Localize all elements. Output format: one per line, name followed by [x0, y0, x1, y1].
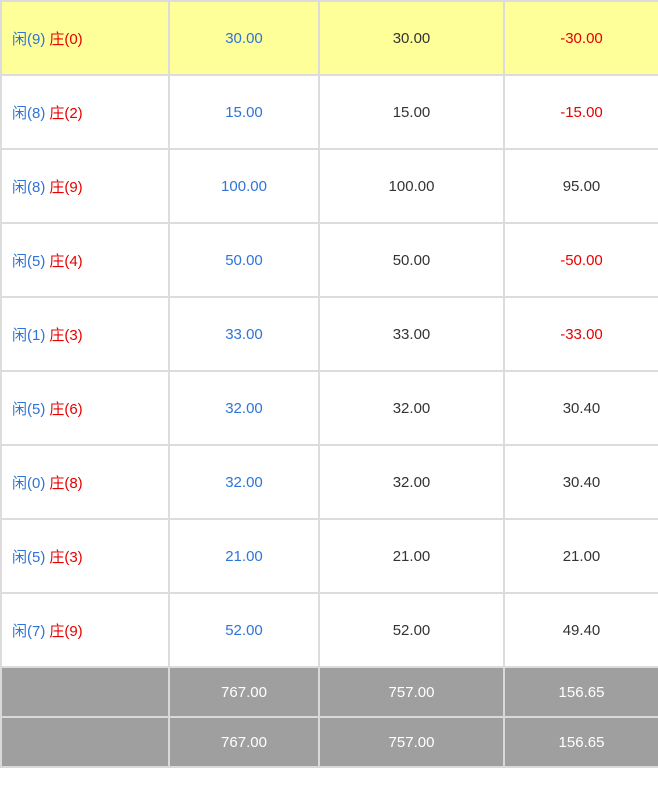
bet-records-table: 闲(9) 庄(0) 30.00 30.00 -30.00 闲(8) 庄(2) 15.00 15.…: [0, 0, 658, 768]
win-loss-amount: 30.40: [503, 370, 658, 446]
valid-bet-amount: 30.00: [318, 0, 505, 76]
bet-row[interactable]: 闲(0) 庄(8) 32.00 32.00 30.40: [0, 444, 658, 520]
player-score: 闲(1): [12, 326, 46, 344]
player-score: 闲(7): [12, 622, 46, 640]
total-row: 767.00 757.00 156.65: [0, 666, 658, 718]
bet-row[interactable]: 闲(9) 庄(0) 30.00 30.00 -30.00: [0, 0, 658, 76]
bet-row[interactable]: 闲(5) 庄(6) 32.00 32.00 30.40: [0, 370, 658, 446]
total-bet: 767.00: [168, 666, 320, 718]
bet-row[interactable]: 闲(8) 庄(2) 15.00 15.00 -15.00: [0, 74, 658, 150]
bet-amount: 30.00: [168, 0, 320, 76]
bet-records-body: 闲(9) 庄(0) 30.00 30.00 -30.00 闲(8) 庄(2) 15.00 15.…: [0, 0, 658, 768]
result-cell: 闲(0) 庄(8): [0, 444, 170, 520]
valid-bet-amount: 50.00: [318, 222, 505, 298]
banker-score: 庄(2): [49, 104, 83, 122]
banker-score: 庄(3): [49, 548, 83, 566]
total-label: [0, 716, 170, 768]
bet-amount: 52.00: [168, 592, 320, 668]
valid-bet-amount: 52.00: [318, 592, 505, 668]
banker-score: 庄(0): [49, 30, 83, 48]
win-loss-amount: 21.00: [503, 518, 658, 594]
result-cell: 闲(9) 庄(0): [0, 0, 170, 76]
bet-amount: 15.00: [168, 74, 320, 150]
player-score: 闲(8): [12, 104, 46, 122]
banker-score: 庄(4): [49, 252, 83, 270]
bet-amount: 32.00: [168, 370, 320, 446]
bet-row[interactable]: 闲(7) 庄(9) 52.00 52.00 49.40: [0, 592, 658, 668]
bet-row[interactable]: 闲(1) 庄(3) 33.00 33.00 -33.00: [0, 296, 658, 372]
total-win-loss: 156.65: [503, 716, 658, 768]
total-label: [0, 666, 170, 718]
win-loss-amount: -33.00: [503, 296, 658, 372]
bet-amount: 21.00: [168, 518, 320, 594]
result-cell: 闲(1) 庄(3): [0, 296, 170, 372]
banker-score: 庄(8): [49, 474, 83, 492]
bet-amount: 33.00: [168, 296, 320, 372]
player-score: 闲(5): [12, 400, 46, 418]
bet-row[interactable]: 闲(5) 庄(3) 21.00 21.00 21.00: [0, 518, 658, 594]
valid-bet-amount: 33.00: [318, 296, 505, 372]
player-score: 闲(9): [12, 30, 46, 48]
valid-bet-amount: 32.00: [318, 370, 505, 446]
total-valid: 757.00: [318, 716, 505, 768]
result-cell: 闲(5) 庄(3): [0, 518, 170, 594]
valid-bet-amount: 15.00: [318, 74, 505, 150]
bet-row[interactable]: 闲(8) 庄(9) 100.00 100.00 95.00: [0, 148, 658, 224]
win-loss-amount: -50.00: [503, 222, 658, 298]
bet-amount: 100.00: [168, 148, 320, 224]
total-win-loss: 156.65: [503, 666, 658, 718]
bet-amount: 32.00: [168, 444, 320, 520]
win-loss-amount: 95.00: [503, 148, 658, 224]
valid-bet-amount: 21.00: [318, 518, 505, 594]
player-score: 闲(0): [12, 474, 46, 492]
win-loss-amount: -30.00: [503, 0, 658, 76]
total-valid: 757.00: [318, 666, 505, 718]
result-cell: 闲(7) 庄(9): [0, 592, 170, 668]
result-cell: 闲(5) 庄(4): [0, 222, 170, 298]
player-score: 闲(5): [12, 548, 46, 566]
total-bet: 767.00: [168, 716, 320, 768]
valid-bet-amount: 100.00: [318, 148, 505, 224]
total-row: 767.00 757.00 156.65: [0, 716, 658, 768]
player-score: 闲(5): [12, 252, 46, 270]
result-cell: 闲(8) 庄(2): [0, 74, 170, 150]
banker-score: 庄(9): [49, 622, 83, 640]
result-cell: 闲(8) 庄(9): [0, 148, 170, 224]
banker-score: 庄(6): [49, 400, 83, 418]
win-loss-amount: -15.00: [503, 74, 658, 150]
player-score: 闲(8): [12, 178, 46, 196]
bet-amount: 50.00: [168, 222, 320, 298]
banker-score: 庄(3): [49, 326, 83, 344]
win-loss-amount: 30.40: [503, 444, 658, 520]
bet-row[interactable]: 闲(5) 庄(4) 50.00 50.00 -50.00: [0, 222, 658, 298]
win-loss-amount: 49.40: [503, 592, 658, 668]
valid-bet-amount: 32.00: [318, 444, 505, 520]
result-cell: 闲(5) 庄(6): [0, 370, 170, 446]
banker-score: 庄(9): [49, 178, 83, 196]
